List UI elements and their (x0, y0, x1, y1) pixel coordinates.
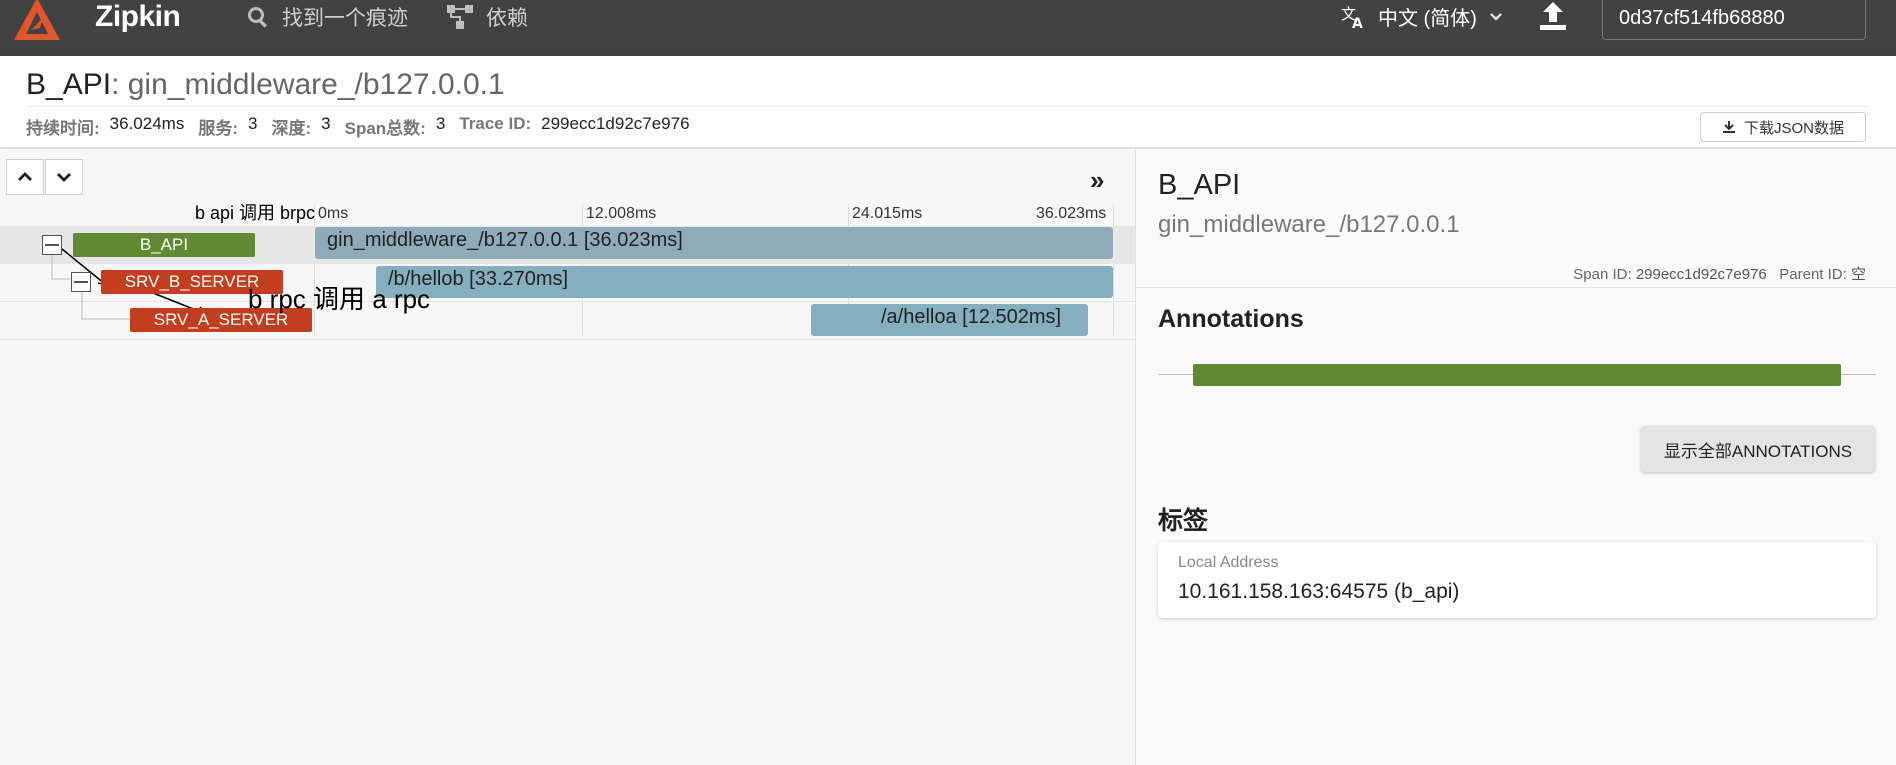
upload-icon[interactable] (1538, 0, 1568, 32)
nav-dependencies[interactable]: 依赖 (446, 2, 528, 32)
overlay-annotation: b api 调用 brpc (195, 203, 316, 223)
tag-card: Local Address 10.161.158.163:64575 (b_ap… (1158, 542, 1876, 618)
zipkin-logo-icon[interactable] (10, 0, 64, 48)
page-title: B_API: gin_middleware_/b127.0.0.1 (26, 68, 505, 102)
meta-span-count-value: 3 (435, 114, 446, 133)
language-selector[interactable]: 文 A 中文 (简体) (1340, 2, 1503, 31)
annotations-heading: Annotations (1158, 305, 1304, 333)
trace-meta: 持续时间: 36.024ms 服务: 3 深度: 3 Span总数: 3 Tra… (26, 114, 694, 139)
overlay-annotation: b rpc 调用 a rpc (248, 284, 431, 314)
span-detail-panel: B_API gin_middleware_/b127.0.0.1 Span ID… (1135, 149, 1896, 765)
parent-id-key: Parent ID: (1779, 266, 1847, 283)
tick-label: 0ms (318, 205, 349, 222)
span-bar[interactable]: /b/hellob [33.270ms] (376, 266, 1113, 298)
meta-services-value: 3 (248, 114, 258, 133)
tick-label: 24.015ms (852, 205, 923, 222)
nav-dependencies-label: 依赖 (486, 7, 528, 30)
annotation-span-bar[interactable] (1193, 364, 1841, 386)
chevron-up-icon (18, 172, 32, 181)
meta-duration-key: 持续时间: (26, 119, 100, 138)
title-service: B_API (26, 68, 112, 101)
detail-ids: Span ID: 299ecc1d92c7e976 Parent ID: 空 (1573, 263, 1866, 284)
collapse-toggle-icon[interactable] (42, 235, 62, 255)
collapse-toggle-icon[interactable] (71, 272, 91, 292)
expand-timeline-icon[interactable]: » (1090, 165, 1104, 196)
tag-value: 10.161.158.163:64575 (b_api) (1178, 580, 1460, 603)
chevron-down-icon (57, 173, 71, 182)
nav-find-trace[interactable]: 找到一个痕迹 (246, 2, 408, 32)
meta-trace-id-value: 299ecc1d92c7e976 (541, 114, 690, 133)
svg-text:A: A (1352, 16, 1363, 30)
parent-id-value: 空 (1850, 266, 1866, 283)
trace-header: B_API: gin_middleware_/b127.0.0.1 持续时间: … (0, 56, 1896, 148)
service-badge[interactable]: B_API (73, 233, 255, 257)
meta-services-key: 服务: (198, 119, 239, 138)
meta-trace-id-key: Trace ID: (459, 114, 532, 133)
brand-name[interactable]: Zipkin (95, 0, 181, 34)
search-icon (248, 7, 267, 28)
meta-depth-value: 3 (321, 114, 331, 133)
detail-service-name: B_API (1158, 169, 1241, 201)
dependency-icon (447, 5, 473, 29)
nav-find-trace-label: 找到一个痕迹 (282, 7, 408, 30)
detail-span-name: gin_middleware_/b127.0.0.1 (1158, 211, 1460, 238)
download-icon (1722, 121, 1735, 133)
span-bar[interactable]: /a/helloa [12.502ms] (811, 304, 1088, 336)
show-all-annotations-button[interactable]: 显示全部ANNOTATIONS (1641, 426, 1875, 472)
translate-icon: 文 A (1341, 5, 1363, 30)
trace-id-input[interactable] (1602, 0, 1866, 40)
detail-divider (1136, 287, 1896, 288)
expand-all-button[interactable] (45, 159, 83, 195)
title-sep: : (111, 68, 128, 101)
tick-label: 36.023ms (1036, 205, 1107, 222)
title-span-name: gin_middleware_/b127.0.0.1 (127, 68, 505, 101)
header-divider (26, 106, 1870, 107)
collapse-all-button[interactable] (6, 159, 44, 195)
download-json-label: 下载JSON数据 (1743, 119, 1844, 137)
app-bar: Zipkin 找到一个痕迹 依赖 文 A 中文 (简体) (0, 0, 1896, 56)
tag-key: Local Address (1178, 554, 1279, 571)
meta-span-count-key: Span总数: (344, 119, 426, 138)
meta-depth-key: 深度: (271, 119, 312, 138)
span-id-key: Span ID: (1573, 266, 1632, 283)
span-id-value: 299ecc1d92c7e976 (1635, 266, 1767, 283)
meta-duration-value: 36.024ms (109, 114, 185, 133)
tick-label: 12.008ms (586, 205, 657, 222)
chevron-down-icon (1490, 12, 1502, 21)
language-label: 中文 (简体) (1378, 8, 1477, 30)
download-json-button[interactable]: 下载JSON数据 (1700, 112, 1866, 142)
tags-heading: 标签 (1158, 507, 1209, 535)
timeline-panel: » 0ms 12.008ms 24.015ms 36.023ms B_API S… (0, 149, 1135, 765)
span-bar[interactable]: gin_middleware_/b127.0.0.1 [36.023ms] (315, 227, 1113, 259)
